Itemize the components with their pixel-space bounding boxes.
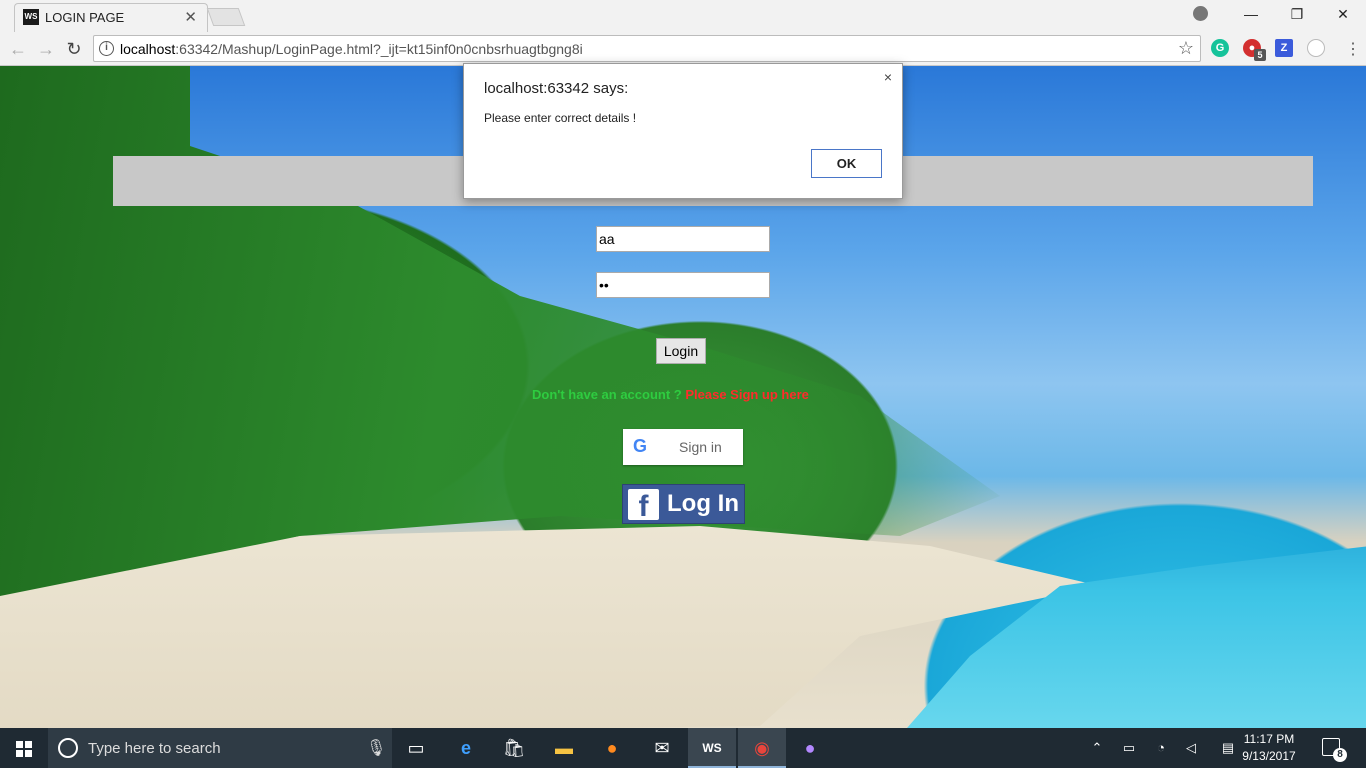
microphone-icon[interactable]: 🎙 <box>366 738 386 758</box>
back-icon[interactable]: ← <box>6 37 30 61</box>
volume-icon[interactable]: ◁ <box>1180 728 1202 768</box>
extension-badge: 5 <box>1254 49 1266 61</box>
dialog-message: Please enter correct details ! <box>484 111 637 125</box>
extension-circle-icon[interactable] <box>1307 39 1325 57</box>
url-path: :63342/Mashup/LoginPage.html?_ijt=kt15in… <box>175 41 583 57</box>
password-input[interactable] <box>596 272 770 298</box>
notification-count: 8 <box>1333 748 1347 762</box>
minimize-icon[interactable]: — <box>1228 0 1274 28</box>
signup-question: Don't have an account ? <box>532 387 686 402</box>
login-button[interactable]: Login <box>656 338 706 364</box>
firefox-icon[interactable]: ● <box>588 728 636 768</box>
clock-date: 9/13/2017 <box>1242 749 1296 763</box>
address-bar[interactable]: i localhost:63342/Mashup/LoginPage.html?… <box>93 35 1201 62</box>
forward-icon[interactable]: → <box>34 37 58 61</box>
browser-toolbar: ← → ↻ i localhost:63342/Mashup/LoginPage… <box>0 32 1366 66</box>
github-icon[interactable]: ● <box>786 728 834 768</box>
zotero-extension-icon[interactable]: Z <box>1275 39 1293 57</box>
start-button[interactable] <box>0 728 48 768</box>
restore-icon[interactable]: ❐ <box>1274 0 1320 28</box>
dialog-close-icon[interactable]: × <box>884 69 892 85</box>
tab-strip: WS LOGIN PAGE ✕ — ❐ ✕ <box>0 0 1366 32</box>
close-window-icon[interactable]: ✕ <box>1320 0 1366 28</box>
file-explorer-icon[interactable]: ▬ <box>540 728 588 768</box>
chrome-icon[interactable]: ◉ <box>738 728 786 768</box>
system-clock[interactable]: 11:17 PM 9/13/2017 <box>1238 731 1300 765</box>
tray-chevron-icon[interactable]: ⌃ <box>1086 728 1108 768</box>
google-signin-button[interactable]: G Sign in <box>623 429 743 465</box>
search-placeholder: Type here to search <box>88 740 221 757</box>
dialog-title: localhost:63342 says: <box>484 80 629 97</box>
mail-icon[interactable]: ✉ <box>638 728 686 768</box>
grammarly-extension-icon[interactable]: G <box>1211 39 1229 57</box>
battery-icon[interactable]: ▭ <box>1118 728 1140 768</box>
edge-icon[interactable]: e <box>442 728 490 768</box>
webstorm-icon[interactable]: WS <box>688 728 736 768</box>
store-icon[interactable]: 🛍 <box>490 728 538 768</box>
site-info-icon[interactable]: i <box>99 41 114 56</box>
google-g-icon: G <box>632 436 647 456</box>
wifi-icon[interactable]: ◔ <box>1150 728 1172 768</box>
username-input[interactable] <box>596 226 770 252</box>
browser-tab[interactable]: WS LOGIN PAGE ✕ <box>14 3 208 32</box>
profile-icon[interactable] <box>1193 6 1208 21</box>
webstorm-favicon-icon: WS <box>23 9 39 25</box>
tab-title: LOGIN PAGE <box>45 10 125 25</box>
url-text[interactable]: localhost:63342/Mashup/LoginPage.html?_i… <box>120 41 583 57</box>
dialog-ok-button[interactable]: OK <box>811 149 882 178</box>
facebook-f-icon: f <box>628 489 659 520</box>
tab-close-icon[interactable]: ✕ <box>184 8 197 26</box>
facebook-login-label: Log In <box>667 490 739 517</box>
url-host: localhost <box>120 41 176 57</box>
taskbar-search[interactable]: Type here to search 🎙 <box>48 728 392 768</box>
task-view-icon[interactable]: ▭ <box>392 728 440 768</box>
chrome-menu-icon[interactable]: ⋮ <box>1345 39 1361 59</box>
window-controls: — ❐ ✕ <box>1228 0 1366 28</box>
windows-logo-icon <box>16 741 32 757</box>
bookmark-star-icon[interactable]: ☆ <box>1178 38 1194 59</box>
reload-icon[interactable]: ↻ <box>62 37 86 61</box>
new-tab-button[interactable] <box>206 8 246 26</box>
signup-link[interactable]: Please Sign up here <box>685 387 809 402</box>
alert-dialog: localhost:63342 says: × Please enter cor… <box>463 63 903 199</box>
signup-prompt: Don't have an account ? Please Sign up h… <box>532 387 809 402</box>
clock-time: 11:17 PM <box>1243 732 1295 746</box>
taskbar: Type here to search 🎙 ▭ e 🛍 ▬ ● ✉ WS ◉ ●… <box>0 728 1366 768</box>
cortana-icon <box>58 738 78 758</box>
facebook-login-button[interactable]: f Log In <box>622 484 745 524</box>
google-signin-label: Sign in <box>679 439 722 455</box>
